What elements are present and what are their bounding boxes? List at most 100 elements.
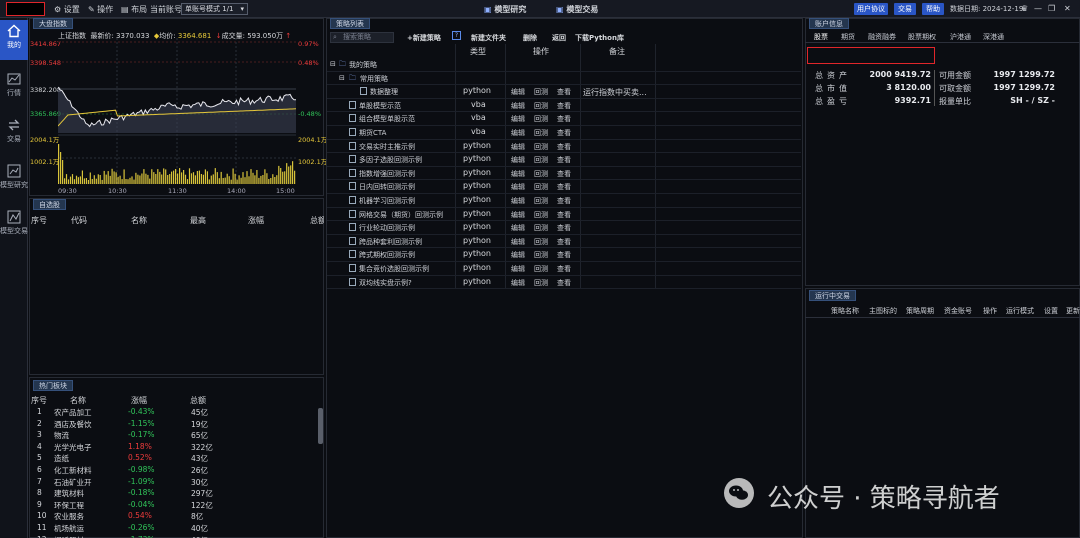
- edit-link[interactable]: 编辑: [511, 210, 525, 220]
- view-link[interactable]: 查看: [557, 237, 571, 247]
- help-button[interactable]: 帮助: [922, 3, 944, 15]
- hot-col-amt[interactable]: 总额: [190, 395, 206, 406]
- strategy-row[interactable]: 日内回转回测示例 python 编辑 回测 查看: [327, 180, 801, 194]
- backtest-link[interactable]: 回测: [534, 223, 548, 233]
- run-col-mode[interactable]: 运行模式: [1006, 306, 1034, 316]
- edit-link[interactable]: 编辑: [511, 101, 525, 111]
- edit-link[interactable]: 编辑: [511, 223, 525, 233]
- help-icon[interactable]: ?: [452, 31, 461, 40]
- watch-col-no[interactable]: 序号: [31, 215, 47, 226]
- collapse-icon[interactable]: ⊟: [339, 74, 345, 82]
- strategy-row[interactable]: 交易实时主推示例 python 编辑 回测 查看: [327, 140, 801, 154]
- acct-tab-options[interactable]: 股票期权: [908, 32, 936, 42]
- view-link[interactable]: 查看: [557, 142, 571, 152]
- strategy-row[interactable]: 组合模型单股示范 vba 编辑 回测 查看: [327, 112, 801, 126]
- strategy-row[interactable]: 多因子选股回测示例 python 编辑 回测 查看: [327, 153, 801, 167]
- strategy-row[interactable]: 网格交易（期货）回测示例 python 编辑 回测 查看: [327, 208, 801, 222]
- strategy-col-note[interactable]: 备注: [609, 46, 625, 57]
- view-link[interactable]: 查看: [557, 278, 571, 288]
- backtest-link[interactable]: 回测: [534, 87, 548, 97]
- run-col-account[interactable]: 资金账号: [944, 306, 972, 316]
- watch-col-high[interactable]: 最高: [190, 215, 206, 226]
- backtest-link[interactable]: 回测: [534, 250, 548, 260]
- backtest-link[interactable]: 回测: [534, 169, 548, 179]
- backtest-link[interactable]: 回测: [534, 182, 548, 192]
- strategy-row[interactable]: 行业轮动回测示例 python 编辑 回测 查看: [327, 221, 801, 235]
- backtest-link[interactable]: 回测: [534, 101, 548, 111]
- edit-link[interactable]: 编辑: [511, 237, 525, 247]
- restore-icon[interactable]: ❐: [1048, 4, 1055, 13]
- backtest-link[interactable]: 回测: [534, 196, 548, 206]
- view-link[interactable]: 查看: [557, 101, 571, 111]
- view-link[interactable]: 查看: [557, 182, 571, 192]
- edit-link[interactable]: 编辑: [511, 128, 525, 138]
- strategy-row[interactable]: 期货CTA vba 编辑 回测 查看: [327, 126, 801, 140]
- backtest-link[interactable]: 回测: [534, 278, 548, 288]
- minimize-icon[interactable]: —: [1034, 4, 1042, 13]
- tab-model-trading[interactable]: ▣ 模型交易: [556, 4, 598, 15]
- edit-link[interactable]: 编辑: [511, 182, 525, 192]
- backtest-link[interactable]: 回测: [534, 114, 548, 124]
- run-col-target[interactable]: 主图标的: [869, 306, 897, 316]
- edit-link[interactable]: 编辑: [511, 87, 525, 97]
- edit-link[interactable]: 编辑: [511, 155, 525, 165]
- strategy-row[interactable]: 数据整理 python 编辑 回测 查看 运行指数中买卖...: [327, 85, 801, 99]
- hot-col-no[interactable]: 序号: [31, 395, 47, 406]
- hot-col-chg[interactable]: 涨幅: [131, 395, 147, 406]
- layout-menu[interactable]: ▤ 布局: [121, 4, 147, 15]
- view-link[interactable]: 查看: [557, 128, 571, 138]
- acct-tab-sh-hk[interactable]: 沪港通: [950, 32, 971, 42]
- strategy-col-type[interactable]: 类型: [470, 46, 486, 57]
- strategy-col-action[interactable]: 操作: [533, 46, 549, 57]
- watch-col-name[interactable]: 名称: [131, 215, 147, 226]
- strategy-row[interactable]: 单股模型示范 vba 编辑 回测 查看: [327, 99, 801, 113]
- view-link[interactable]: 查看: [557, 114, 571, 124]
- strategy-row[interactable]: 集合竞价选股回测示例 python 编辑 回测 查看: [327, 262, 801, 276]
- download-python-button[interactable]: 下载Python库: [575, 33, 624, 43]
- acct-tab-sz-hk[interactable]: 深港通: [983, 32, 1004, 42]
- operate-menu[interactable]: ✎ 操作: [88, 4, 113, 15]
- view-link[interactable]: 查看: [557, 196, 571, 206]
- delete-button[interactable]: 删除: [523, 33, 537, 43]
- acct-tab-futures[interactable]: 期货: [841, 32, 855, 42]
- trade-button[interactable]: 交易: [894, 3, 916, 15]
- view-link[interactable]: 查看: [557, 264, 571, 274]
- backtest-link[interactable]: 回测: [534, 264, 548, 274]
- edit-link[interactable]: 编辑: [511, 142, 525, 152]
- edit-link[interactable]: 编辑: [511, 264, 525, 274]
- view-link[interactable]: 查看: [557, 223, 571, 233]
- strategy-row[interactable]: 指数增强回测示例 python 编辑 回测 查看: [327, 167, 801, 181]
- view-link[interactable]: 查看: [557, 210, 571, 220]
- acct-tab-margin[interactable]: 融资融券: [868, 32, 896, 42]
- view-link[interactable]: 查看: [557, 169, 571, 179]
- run-col-update[interactable]: 更新: [1066, 306, 1080, 316]
- account-mode-select[interactable]: 单账号模式 1/1 ▾: [181, 3, 248, 15]
- strategy-row[interactable]: 跨式期权回测示例 python 编辑 回测 查看: [327, 248, 801, 262]
- strategy-row[interactable]: 机器学习回测示例 python 编辑 回测 查看: [327, 194, 801, 208]
- close-icon[interactable]: ✕: [1064, 4, 1071, 13]
- strategy-row[interactable]: 跨品种套利回测示例 python 编辑 回测 查看: [327, 235, 801, 249]
- strategy-search-input[interactable]: ⌕ 搜索策略: [330, 32, 394, 43]
- edit-link[interactable]: 编辑: [511, 169, 525, 179]
- folder-my-strategies[interactable]: ⊟ 🗀 我的策略: [327, 58, 801, 72]
- view-link[interactable]: 查看: [557, 87, 571, 97]
- edit-link[interactable]: 编辑: [511, 114, 525, 124]
- backtest-link[interactable]: 回测: [534, 155, 548, 165]
- backtest-link[interactable]: 回测: [534, 128, 548, 138]
- collapse-icon[interactable]: ⊟: [330, 60, 336, 68]
- run-col-action[interactable]: 操作: [983, 306, 997, 316]
- edit-link[interactable]: 编辑: [511, 196, 525, 206]
- backtest-link[interactable]: 回测: [534, 210, 548, 220]
- hot-scrollbar[interactable]: [318, 408, 323, 444]
- skin-icon[interactable]: ♛: [1021, 4, 1028, 13]
- strategy-row[interactable]: 双均线实盘示例? python 编辑 回测 查看: [327, 276, 801, 290]
- new-strategy-button[interactable]: +新建策略: [407, 33, 441, 43]
- edit-link[interactable]: 编辑: [511, 250, 525, 260]
- edit-link[interactable]: 编辑: [511, 278, 525, 288]
- backtest-link[interactable]: 回测: [534, 237, 548, 247]
- nav-item-market[interactable]: 行情: [0, 68, 28, 108]
- run-col-name[interactable]: 策略名称: [831, 306, 859, 316]
- hot-col-name[interactable]: 名称: [70, 395, 86, 406]
- backtest-link[interactable]: 回测: [534, 142, 548, 152]
- watch-col-code[interactable]: 代码: [71, 215, 87, 226]
